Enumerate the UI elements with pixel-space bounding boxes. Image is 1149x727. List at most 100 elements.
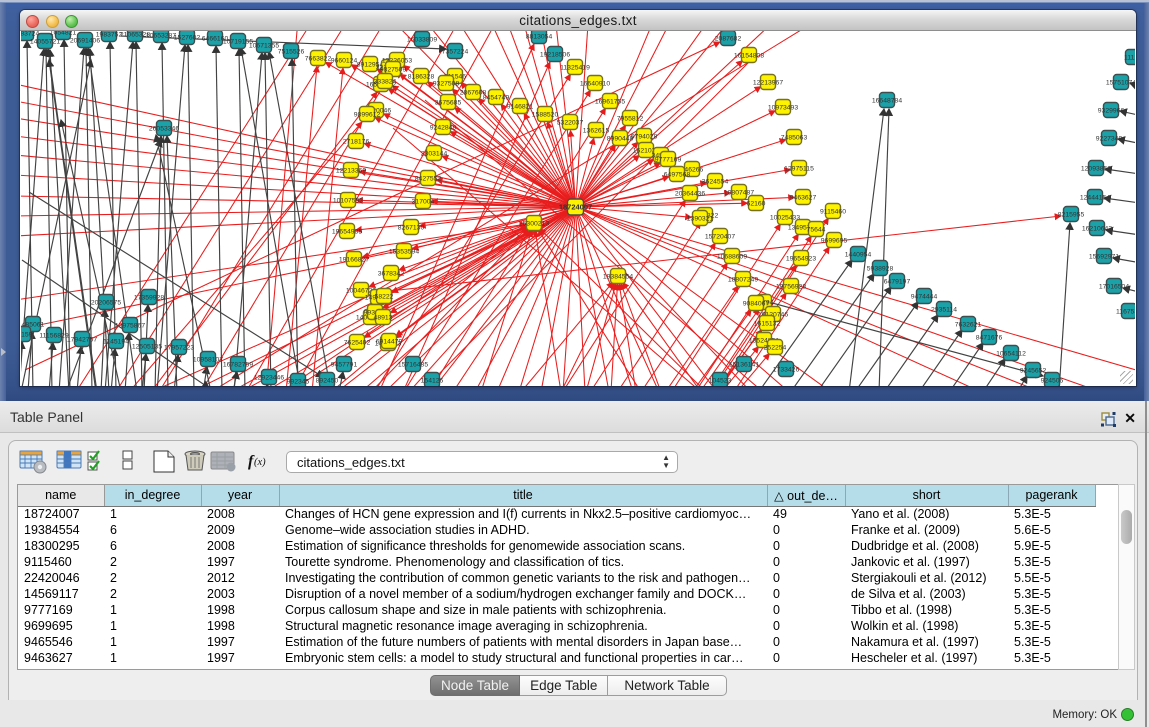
svg-text:9699695: 9699695 bbox=[821, 237, 848, 244]
svg-text:3624554: 3624554 bbox=[702, 178, 729, 185]
svg-text:20364436: 20364436 bbox=[675, 190, 705, 197]
svg-text:16961755: 16961755 bbox=[595, 98, 625, 105]
svg-text:9463627: 9463627 bbox=[790, 194, 817, 201]
svg-text:17942757: 17942757 bbox=[67, 336, 97, 343]
svg-text:20691406: 20691406 bbox=[70, 37, 100, 44]
svg-text:1362615: 1362615 bbox=[583, 127, 610, 134]
svg-text:8471676: 8471676 bbox=[976, 334, 1003, 341]
svg-text:9899612: 9899612 bbox=[354, 111, 381, 118]
svg-text:6794028: 6794028 bbox=[631, 133, 658, 140]
svg-text:10107553: 10107553 bbox=[333, 197, 363, 204]
svg-text:12093852: 12093852 bbox=[1081, 165, 1111, 172]
svg-text:7485063: 7485063 bbox=[781, 134, 808, 141]
svg-text:9474444: 9474444 bbox=[911, 293, 938, 300]
svg-text:17016504: 17016504 bbox=[1099, 283, 1129, 290]
svg-text:6914479: 6914479 bbox=[376, 338, 403, 345]
svg-text:6497568: 6497568 bbox=[664, 171, 691, 178]
svg-text:7357224: 7357224 bbox=[442, 48, 469, 55]
svg-text:9146821: 9146821 bbox=[507, 103, 534, 110]
svg-text:10654112: 10654112 bbox=[996, 350, 1026, 357]
svg-text:19756928: 19756928 bbox=[776, 283, 806, 290]
svg-text:10671355: 10671355 bbox=[249, 42, 279, 49]
svg-text:17957223: 17957223 bbox=[164, 344, 194, 351]
svg-text:1983724: 1983724 bbox=[21, 31, 39, 37]
svg-text:8267130: 8267130 bbox=[398, 224, 425, 231]
svg-text:9115460: 9115460 bbox=[820, 208, 846, 215]
svg-text:16154808: 16154808 bbox=[734, 52, 764, 59]
svg-text:252254: 252254 bbox=[764, 344, 787, 351]
svg-text:10688609: 10688609 bbox=[717, 253, 747, 260]
svg-text:9084067: 9084067 bbox=[743, 300, 770, 307]
svg-text:7625402: 7625402 bbox=[344, 339, 371, 346]
svg-text:1615132: 1615132 bbox=[754, 320, 781, 327]
svg-text:7663822: 7663822 bbox=[305, 55, 332, 62]
svg-text:39159: 39159 bbox=[21, 331, 33, 338]
svg-text:(x): (x) bbox=[254, 457, 266, 468]
svg-text:9457791: 9457791 bbox=[331, 361, 358, 368]
svg-text:6479197: 6479197 bbox=[884, 278, 911, 285]
svg-text:1527602: 1527602 bbox=[174, 34, 201, 41]
svg-text:1733426: 1733426 bbox=[773, 366, 800, 373]
svg-text:19218506: 19218506 bbox=[540, 51, 570, 58]
svg-text:12505135: 12505135 bbox=[132, 343, 162, 350]
svg-text:20206575: 20206575 bbox=[91, 299, 121, 306]
svg-text:8813054: 8813054 bbox=[526, 33, 553, 40]
svg-text:16782759: 16782759 bbox=[223, 361, 253, 368]
svg-text:7955812: 7955812 bbox=[617, 115, 644, 122]
svg-text:9327508: 9327508 bbox=[433, 80, 460, 87]
svg-text:10973493: 10973493 bbox=[768, 104, 798, 111]
svg-text:15692971: 15692971 bbox=[1089, 253, 1119, 260]
svg-text:26053346: 26053346 bbox=[149, 125, 179, 132]
svg-text:48913: 48913 bbox=[374, 314, 393, 321]
svg-text:8990448: 8990448 bbox=[607, 135, 634, 142]
svg-text:1440954: 1440954 bbox=[845, 251, 872, 258]
svg-text:10958107: 10958107 bbox=[193, 356, 223, 363]
svg-text:19654923: 19654923 bbox=[786, 255, 816, 262]
svg-text:2718176: 2718176 bbox=[343, 138, 370, 145]
svg-text:1167534: 1167534 bbox=[1116, 308, 1135, 315]
svg-text:75644: 75644 bbox=[807, 226, 826, 233]
svg-text:1145194: 1145194 bbox=[103, 338, 129, 345]
svg-text:8454749: 8454749 bbox=[483, 94, 510, 101]
svg-text:9242848: 9242848 bbox=[430, 124, 457, 131]
svg-text:18807249: 18807249 bbox=[728, 276, 758, 283]
svg-text:15751074: 15751074 bbox=[1106, 79, 1135, 86]
svg-text:333824: 333824 bbox=[374, 78, 397, 85]
svg-text:16033809: 16033809 bbox=[407, 36, 437, 43]
svg-text:58222: 58222 bbox=[375, 293, 394, 300]
svg-text:924506: 924506 bbox=[1041, 377, 1064, 384]
svg-text:11156829: 11156829 bbox=[39, 332, 68, 339]
svg-text:7632621: 7632621 bbox=[955, 321, 982, 328]
svg-text:19654985: 19654985 bbox=[332, 228, 362, 235]
svg-text:12213369: 12213369 bbox=[336, 167, 366, 174]
svg-text:2087682: 2087682 bbox=[715, 35, 742, 42]
svg-text:9660124: 9660124 bbox=[331, 57, 358, 64]
svg-text:19166827: 19166827 bbox=[339, 256, 369, 263]
svg-text:8427552: 8427552 bbox=[415, 175, 442, 182]
svg-text:16210643: 16210643 bbox=[1082, 225, 1112, 232]
svg-text:9327509: 9327509 bbox=[380, 66, 407, 73]
svg-text:14055721: 14055721 bbox=[30, 38, 60, 45]
svg-text:15716485: 15716485 bbox=[398, 361, 428, 368]
svg-text:16648784: 16648784 bbox=[872, 97, 902, 104]
svg-text:154126: 154126 bbox=[421, 377, 444, 384]
svg-text:317004: 317004 bbox=[412, 198, 435, 205]
svg-text:9329966: 9329966 bbox=[1098, 107, 1125, 114]
svg-text:11123: 11123 bbox=[1124, 54, 1135, 61]
svg-text:2935114: 2935114 bbox=[931, 306, 957, 313]
svg-text:1054821: 1054821 bbox=[50, 31, 77, 36]
svg-text:12444154: 12444154 bbox=[1080, 194, 1110, 201]
svg-text:9245652: 9245652 bbox=[1020, 367, 1047, 374]
svg-text:19384554: 19384554 bbox=[603, 273, 633, 280]
svg-text:892450: 892450 bbox=[316, 377, 339, 384]
svg-text:1983752: 1983752 bbox=[96, 31, 123, 38]
svg-text:7515526: 7515526 bbox=[278, 48, 305, 55]
svg-text:2803144: 2803144 bbox=[421, 150, 448, 157]
svg-text:25300213: 25300213 bbox=[519, 220, 549, 227]
svg-text:12975115: 12975115 bbox=[784, 165, 814, 172]
svg-text:1390321: 1390321 bbox=[687, 215, 714, 222]
svg-text:11325419: 11325419 bbox=[560, 64, 590, 71]
svg-text:15720407: 15720407 bbox=[705, 233, 735, 240]
svg-text:13975867: 13975867 bbox=[115, 322, 145, 329]
svg-text:1588520: 1588520 bbox=[532, 111, 559, 118]
